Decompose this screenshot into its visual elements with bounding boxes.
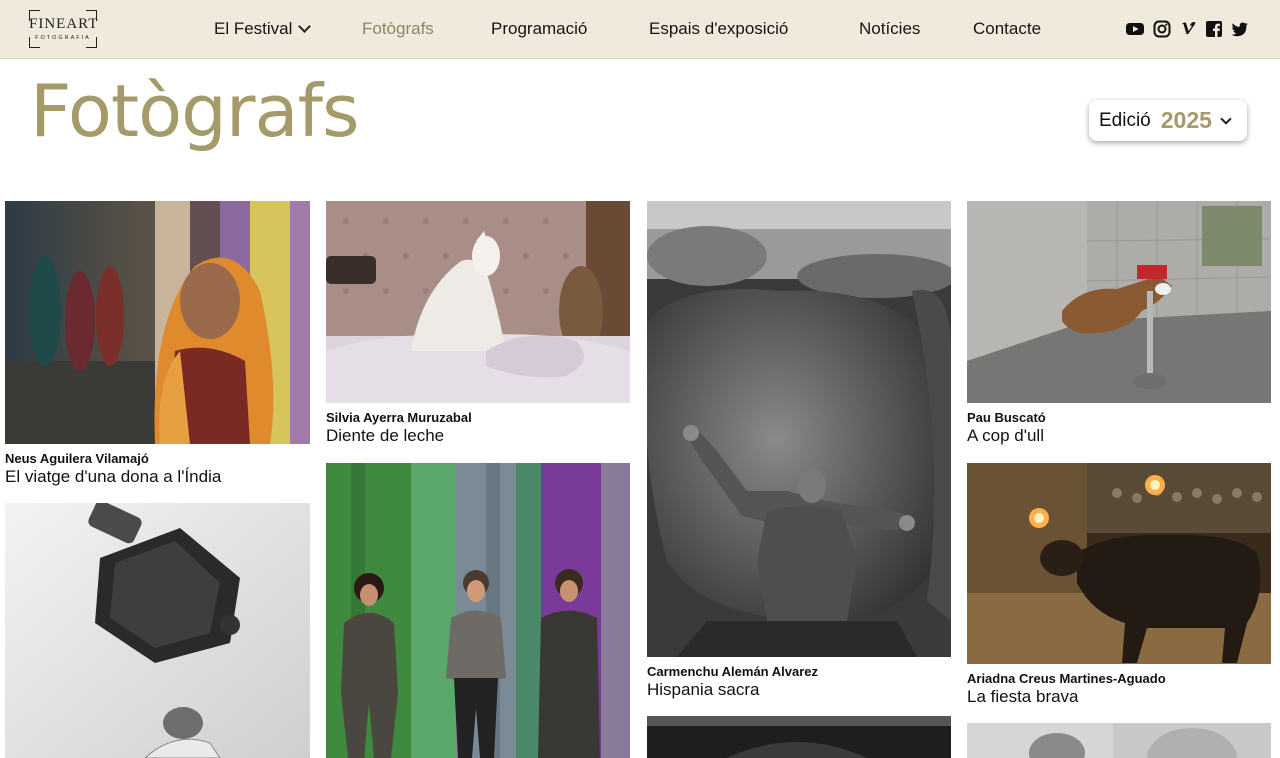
photo-three-women[interactable] [326, 463, 630, 758]
project-title[interactable]: El viatge d'una dona a l'Índia [5, 467, 221, 487]
nav-label: Contacte [973, 19, 1042, 38]
photographer-name[interactable]: Carmenchu Alemán Alvarez [647, 664, 818, 679]
page-title: Fotògrafs [30, 69, 359, 153]
nav-noticies[interactable]: Notícies [859, 0, 920, 58]
edition-value: 2025 [1160, 107, 1212, 133]
youtube-icon[interactable] [1126, 20, 1144, 38]
photo-next-col4[interactable] [967, 723, 1271, 758]
nav-label: Espais d'exposició [649, 19, 789, 38]
nav-label: Programació [491, 19, 588, 38]
project-title[interactable]: La fiesta brava [967, 687, 1079, 707]
photo-pau-buscato[interactable] [967, 201, 1271, 403]
project-title[interactable]: Hispania sacra [647, 680, 759, 700]
photo-carmenchu-aleman[interactable] [647, 201, 951, 657]
site-logo[interactable]: FINEART FOTOGRAFIA [29, 10, 97, 48]
nav-espais[interactable]: Espais d'exposició [649, 0, 788, 58]
project-title[interactable]: A cop d'ull [967, 426, 1044, 446]
logo-main-text: FINEART [29, 16, 99, 32]
nav-label: El Festival [214, 19, 293, 38]
chevron-down-icon [298, 19, 312, 33]
project-title[interactable]: Diente de leche [326, 426, 444, 446]
photo-next-col3[interactable] [647, 716, 951, 758]
photo-silvia-ayerra[interactable] [326, 201, 630, 403]
edition-label: Edició [1099, 109, 1151, 131]
photographer-name[interactable]: Silvia Ayerra Muruzabal [326, 410, 472, 425]
chevron-down-icon [1220, 112, 1232, 125]
photographer-name[interactable]: Pau Buscató [967, 410, 1046, 425]
instagram-icon[interactable] [1153, 20, 1171, 38]
nav-fotografs[interactable]: Fotògrafs [362, 0, 434, 58]
photo-ariadna-creus[interactable] [967, 463, 1271, 664]
photographer-name[interactable]: Ariadna Creus Martines-Aguado [967, 671, 1166, 686]
nav-label: Notícies [859, 19, 921, 38]
photo-softbox[interactable] [5, 503, 310, 758]
edition-select[interactable]: Edició 2025 [1089, 100, 1247, 141]
photographer-name[interactable]: Neus Aguilera Vilamajó [5, 451, 149, 466]
nav-label: Fotògrafs [362, 19, 434, 38]
photo-neus-aguilera[interactable] [5, 201, 310, 444]
vimeo-icon[interactable] [1179, 20, 1197, 38]
nav-programacio[interactable]: Programació [491, 0, 587, 58]
nav-el-festival[interactable]: El Festival [214, 0, 312, 58]
facebook-icon[interactable] [1205, 20, 1223, 38]
top-navigation: FINEART FOTOGRAFIA El Festival Fotògrafs… [0, 0, 1280, 59]
logo-sub-text: FOTOGRAFIA [35, 35, 91, 41]
nav-contacte[interactable]: Contacte [973, 0, 1041, 58]
twitter-icon[interactable] [1231, 20, 1249, 38]
